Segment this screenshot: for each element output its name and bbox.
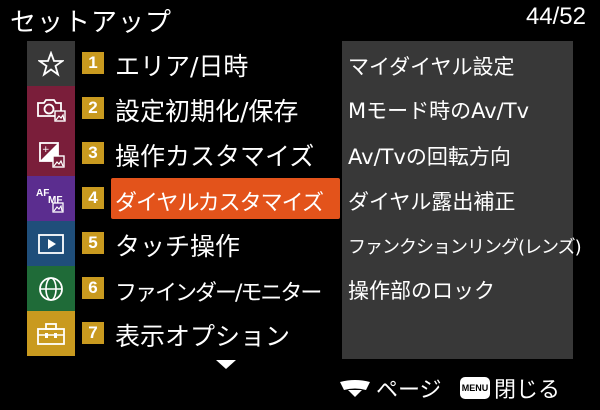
menu-item-number: 6 bbox=[82, 277, 104, 299]
menu-item-display-options[interactable]: 7 表示オプション bbox=[75, 311, 342, 356]
menu-item-label: タッチ操作 bbox=[115, 232, 241, 261]
menu-item-area-datetime[interactable]: 1 エリア/日時 bbox=[75, 41, 342, 86]
header-bar: セットアップ 44/52 bbox=[0, 0, 600, 38]
af-mf-icon: AF MF bbox=[36, 188, 64, 213]
svg-text:+: + bbox=[42, 145, 50, 155]
submenu-item-dial-ev-comp[interactable]: ダイヤル露出補正 bbox=[348, 186, 515, 216]
menu-item-label: 表示オプション bbox=[115, 322, 291, 351]
globe-network-icon bbox=[39, 276, 63, 301]
close-hint-label: 閉じる bbox=[494, 378, 561, 403]
main-menu: 1 エリア/日時 2 設定初期化/保存 3 操作カスタマイズ 4 ダイヤルカスタ… bbox=[75, 41, 342, 359]
star-icon bbox=[38, 50, 64, 77]
tab-shooting[interactable] bbox=[27, 86, 75, 131]
tab-exposure[interactable]: + bbox=[27, 131, 75, 176]
menu-item-label: ファインダー/モニター bbox=[115, 281, 322, 306]
menu-item-number: 7 bbox=[82, 322, 104, 344]
menu-item-number: 2 bbox=[82, 97, 104, 119]
camera-photo-icon bbox=[37, 98, 66, 122]
page-hint[interactable]: ページ bbox=[338, 372, 442, 404]
submenu-item-function-ring[interactable]: ファンクションリング(レンズ) bbox=[348, 233, 582, 259]
page-title: セットアップ bbox=[10, 8, 173, 38]
tab-playback[interactable] bbox=[27, 221, 75, 266]
tab-favorites[interactable] bbox=[27, 41, 75, 86]
page-hint-label: ページ bbox=[376, 378, 442, 403]
submenu-item-m-mode-av-tv[interactable]: Mモード時のAv/Tv bbox=[348, 95, 529, 125]
footer-bar: ページ MENU 閉じる bbox=[0, 368, 600, 410]
page-counter: 44/52 bbox=[525, 3, 586, 30]
menu-item-operation-customize[interactable]: 3 操作カスタマイズ bbox=[75, 131, 342, 176]
submenu-item-av-tv-rotation[interactable]: Av/Tvの回転方向 bbox=[348, 141, 511, 171]
menu-item-label: 操作カスタマイズ bbox=[115, 142, 315, 171]
tab-setup[interactable] bbox=[27, 311, 75, 356]
menu-button-icon: MENU bbox=[460, 377, 490, 399]
dial-page-icon bbox=[340, 380, 370, 397]
submenu-panel: マイダイヤル設定 Mモード時のAv/Tv Av/Tvの回転方向 ダイヤル露出補正… bbox=[342, 41, 582, 359]
menu-item-label: エリア/日時 bbox=[115, 52, 249, 81]
menu-item-finder-monitor[interactable]: 6 ファインダー/モニター bbox=[75, 266, 342, 311]
submenu-item-control-lock[interactable]: 操作部のロック bbox=[348, 275, 495, 305]
menu-item-number: 4 bbox=[82, 187, 104, 209]
menu-item-reset-save[interactable]: 2 設定初期化/保存 bbox=[75, 86, 342, 131]
tab-focus[interactable]: AF MF bbox=[27, 176, 75, 221]
menu-item-number: 1 bbox=[82, 52, 104, 74]
playback-icon bbox=[38, 233, 64, 254]
menu-item-number: 5 bbox=[82, 232, 104, 254]
close-hint[interactable]: MENU 閉じる bbox=[460, 372, 560, 404]
menu-item-dial-customize[interactable]: 4 ダイヤルカスタマイズ bbox=[75, 176, 342, 221]
menu-item-label: ダイヤルカスタマイズ bbox=[115, 191, 324, 216]
toolbox-setup-icon bbox=[37, 322, 65, 345]
menu-item-touch-operation[interactable]: 5 タッチ操作 bbox=[75, 221, 342, 266]
category-sidebar: + AF MF bbox=[27, 41, 75, 359]
submenu-item-my-dial[interactable]: マイダイヤル設定 bbox=[348, 51, 515, 81]
tab-network[interactable] bbox=[27, 266, 75, 311]
exposure-icon: + bbox=[39, 141, 65, 168]
menu-item-label: 設定初期化/保存 bbox=[115, 97, 299, 126]
menu-item-number: 3 bbox=[82, 142, 104, 164]
